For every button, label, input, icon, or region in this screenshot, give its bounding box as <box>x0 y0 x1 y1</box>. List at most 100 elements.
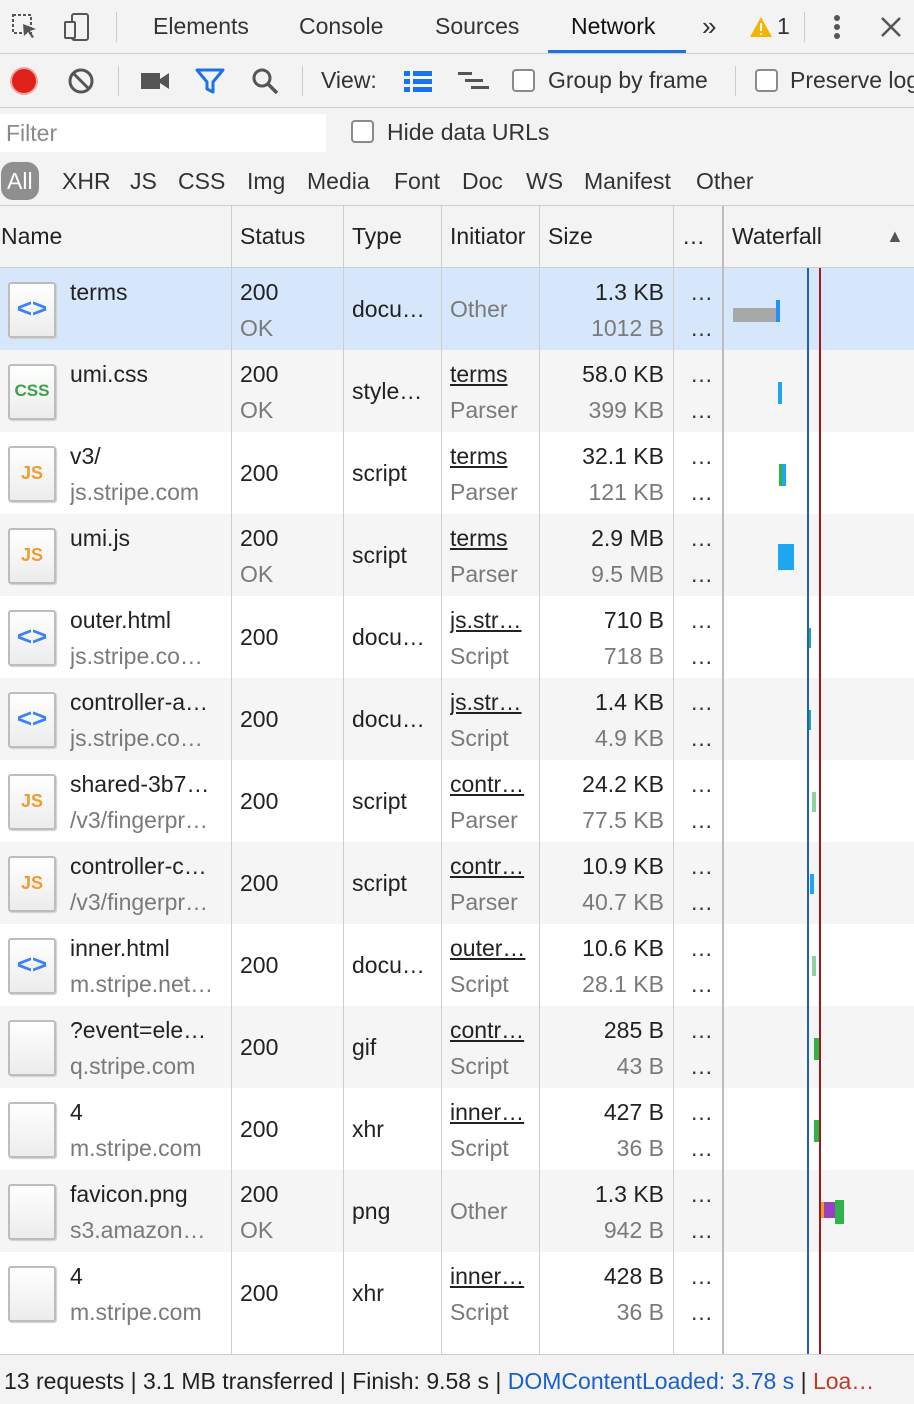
type-filter-other[interactable]: Other <box>696 162 754 200</box>
table-row[interactable]: favicon.png s3.amazon… 200 OK png Other 1.3 KB… <box>0 1170 914 1252</box>
request-domain: /v3/fingerpr… <box>70 807 209 833</box>
type-filter-manifest[interactable]: Manifest <box>584 162 671 200</box>
initiator-link[interactable]: terms <box>450 441 536 471</box>
network-toolbar: View: Group by frame Preserve log <box>0 54 914 108</box>
domcontentloaded-line <box>807 268 809 1354</box>
tab-network[interactable]: Network <box>571 0 655 53</box>
hide-data-urls-checkbox[interactable] <box>351 120 374 143</box>
more-columns: … <box>690 361 713 387</box>
status-text: OK <box>240 315 274 341</box>
status-code: 200 <box>240 952 279 978</box>
initiator-link[interactable]: inner… <box>450 1097 536 1127</box>
type-filter-ws[interactable]: WS <box>526 162 563 200</box>
inspect-element-icon[interactable] <box>8 10 42 44</box>
transfer-size: 1.3 KB <box>594 279 664 305</box>
device-toolbar-icon[interactable] <box>60 10 94 44</box>
sort-ascending-icon[interactable]: ▲ <box>886 206 904 268</box>
status-code: 200 <box>240 361 279 387</box>
initiator-type: Script <box>450 643 509 669</box>
css-file-icon: CSS <box>8 364 56 420</box>
column-header-size[interactable]: Size <box>548 206 593 268</box>
tab-sources[interactable]: Sources <box>435 0 519 53</box>
tab-elements[interactable]: Elements <box>153 0 249 53</box>
table-row[interactable]: JS shared-3b7… /v3/fingerpr… 200 script contr… <box>0 760 914 842</box>
type-filter-doc[interactable]: Doc <box>462 162 503 200</box>
warning-icon[interactable] <box>744 10 778 44</box>
status-code: 200 <box>240 525 279 551</box>
type-filter-xhr[interactable]: XHR <box>62 162 111 200</box>
column-header-waterfall[interactable]: Waterfall <box>732 206 822 268</box>
initiator: Other <box>450 296 508 322</box>
column-header-status[interactable]: Status <box>240 206 305 268</box>
document-icon: <> <box>8 692 56 748</box>
type-filter-js[interactable]: JS <box>130 162 157 200</box>
clear-icon[interactable] <box>64 64 98 98</box>
type-filter-all[interactable]: All <box>1 162 39 200</box>
column-header-name[interactable]: Name <box>1 206 62 268</box>
type-filter-img[interactable]: Img <box>247 162 285 200</box>
overview-waterfall-icon[interactable] <box>457 64 491 98</box>
initiator-type: Parser <box>450 807 518 833</box>
request-name: v3/ <box>70 443 101 469</box>
more-columns: … <box>690 935 713 961</box>
table-row[interactable]: <> terms 200 OK docu… Other 1.3 KB 1012 B…… <box>0 268 914 350</box>
initiator-link[interactable]: contr… <box>450 769 536 799</box>
waterfall-bar <box>835 1200 844 1224</box>
screenshot-camera-icon[interactable] <box>138 64 172 98</box>
transfer-size: 32.1 KB <box>582 443 664 469</box>
resource-size: 399 KB <box>588 397 664 423</box>
status-code: 200 <box>240 460 279 486</box>
table-row[interactable]: JS v3/js.stripe.com 200 script terms Parser 32… <box>0 432 914 514</box>
type-filter-css[interactable]: CSS <box>178 162 225 200</box>
table-row[interactable]: JS controller-c… /v3/fingerpr… 200 script con… <box>0 842 914 924</box>
close-icon[interactable] <box>874 10 908 44</box>
filter-funnel-icon[interactable] <box>193 64 227 98</box>
column-header-more[interactable]: … <box>682 206 705 268</box>
waterfall-bar <box>812 792 816 812</box>
table-row[interactable]: 4 m.stripe.com 200 xhr inner… Script 427 B 36 B… <box>0 1088 914 1170</box>
waterfall-bar <box>778 382 782 404</box>
kebab-menu-icon[interactable] <box>820 10 854 44</box>
request-name: umi.css <box>70 361 148 387</box>
request-name: ?event=ele… <box>70 1017 207 1043</box>
filter-input[interactable] <box>0 114 326 152</box>
initiator-link[interactable]: outer… <box>450 933 536 963</box>
more-columns: … <box>690 279 713 305</box>
waterfall-bar <box>776 300 780 322</box>
table-row[interactable]: ?event=ele… q.stripe.com 200 gif contr… Scrip… <box>0 1006 914 1088</box>
preserve-log-checkbox[interactable] <box>755 69 778 92</box>
initiator-link[interactable]: terms <box>450 359 536 389</box>
request-domain: q.stripe.com <box>70 1053 196 1079</box>
group-by-frame-checkbox[interactable] <box>512 69 535 92</box>
record-icon[interactable] <box>7 64 41 98</box>
initiator-link[interactable]: js.str… <box>450 687 536 717</box>
more-columns: … <box>690 643 713 669</box>
tab-console[interactable]: Console <box>299 0 383 53</box>
initiator-link[interactable]: contr… <box>450 851 536 881</box>
initiator-link[interactable]: contr… <box>450 1015 536 1045</box>
type-filter-media[interactable]: Media <box>307 162 370 200</box>
column-header-initiator[interactable]: Initiator <box>450 206 525 268</box>
resource-type-filters: All XHR JS CSS Img Media Font Doc WS Man… <box>0 158 914 206</box>
table-row[interactable]: 4 m.stripe.com 200 xhr inner… Script 428 B 36 B… <box>0 1252 914 1334</box>
table-row[interactable]: CSS umi.css 200 OK style… terms Parser 58.0 KB 3… <box>0 350 914 432</box>
transfer-size: 285 B <box>603 1017 664 1043</box>
table-row[interactable]: JS umi.js 200 OK script terms Parser 2.9 MB 9.5 … <box>0 514 914 596</box>
load-event-line <box>819 268 821 1354</box>
type-filter-font[interactable]: Font <box>394 162 440 200</box>
initiator-link[interactable]: js.str… <box>450 605 536 635</box>
large-rows-list-icon[interactable] <box>401 64 435 98</box>
search-icon[interactable] <box>248 64 282 98</box>
warning-count[interactable]: 1 <box>777 0 790 53</box>
column-header-type[interactable]: Type <box>352 206 402 268</box>
more-tabs-button[interactable]: » <box>702 0 716 53</box>
initiator-link[interactable]: terms <box>450 523 536 553</box>
table-row[interactable]: <> inner.html m.stripe.net… 200 docu… outer… S… <box>0 924 914 1006</box>
initiator-link[interactable]: inner… <box>450 1261 536 1291</box>
resource-size: 942 B <box>603 1217 664 1243</box>
table-row[interactable]: <> controller-a… js.stripe.co… 200 docu… js.s… <box>0 678 914 760</box>
column-divider <box>539 206 540 1354</box>
status-code: 200 <box>240 1034 279 1060</box>
divider <box>804 12 805 42</box>
table-row[interactable]: <> outer.html js.stripe.co… 200 docu… js.str…… <box>0 596 914 678</box>
